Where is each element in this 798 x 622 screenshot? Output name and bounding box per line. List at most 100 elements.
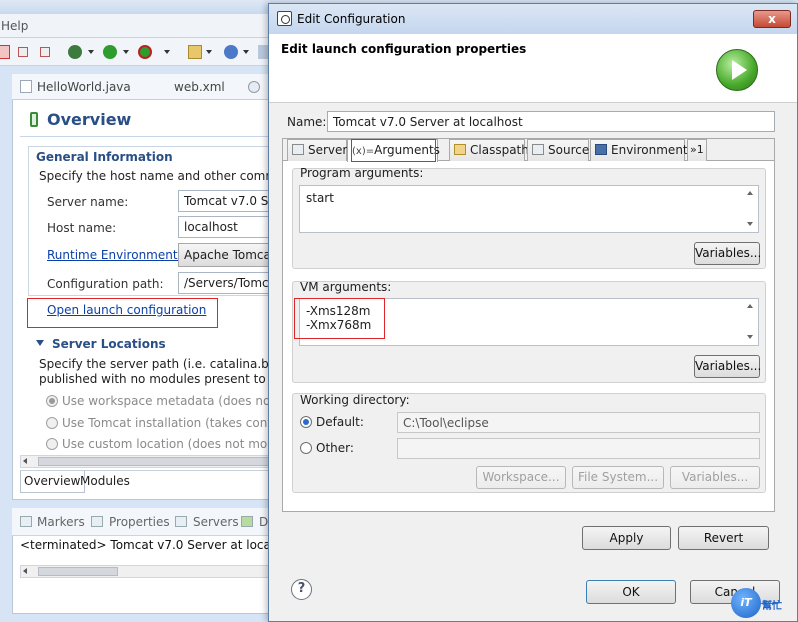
ithelp-logo-text: 幫忙 [762, 601, 782, 612]
server-tab-icon[interactable] [248, 81, 260, 93]
ithelp-logo: iT [731, 588, 761, 618]
tab-classpath-label: Classpath [470, 143, 529, 157]
radio-custom-location-label: Use custom location (does not modify [62, 437, 290, 451]
server-name-field[interactable]: Tomcat v7.0 Ser [178, 190, 270, 212]
eclipse-icon [277, 11, 292, 26]
file-system-button[interactable]: File System... [572, 466, 664, 489]
debug-icon[interactable] [68, 45, 82, 59]
default-directory-field: C:\Tool\eclipse [397, 412, 760, 433]
radio-custom-location[interactable] [46, 438, 58, 450]
chevron-down-icon[interactable] [88, 50, 94, 54]
host-name-label: Host name: [47, 221, 117, 235]
tab-classpath[interactable]: Classpath [449, 139, 529, 161]
new-class-icon[interactable] [224, 45, 238, 59]
revert-button[interactable]: Revert [678, 526, 769, 550]
eclipse-menubar: Help [0, 14, 270, 38]
other-directory-field [397, 438, 760, 459]
program-variables-button[interactable]: Variables... [694, 242, 761, 265]
tab-environment[interactable]: Environment [590, 139, 688, 161]
scroll-down-icon[interactable] [747, 222, 753, 226]
tab-properties[interactable]: Properties [109, 515, 170, 529]
tab-helloworld-java[interactable]: HelloWorld.java [37, 80, 131, 94]
tab-servers[interactable]: Servers [193, 515, 239, 529]
data-source-icon [241, 516, 253, 527]
program-arguments-label: Program arguments: [300, 166, 424, 180]
external-tools-icon[interactable] [138, 45, 152, 59]
tab-modules[interactable]: Modules [77, 471, 133, 493]
program-arguments-scrollbar[interactable] [742, 186, 758, 232]
help-icon[interactable]: ? [291, 579, 312, 600]
chevron-down-icon[interactable] [36, 340, 44, 346]
page-title: Overview [47, 110, 132, 129]
radio-default-label: Default: [316, 415, 364, 429]
tab-markers[interactable]: Markers [37, 515, 85, 529]
new-wizard-icon[interactable] [188, 45, 202, 59]
open-launch-configuration-link[interactable]: Open launch configuration [47, 303, 206, 317]
scrollbar-thumb[interactable] [38, 457, 270, 466]
name-label: Name: [287, 115, 327, 129]
close-button[interactable]: x [753, 10, 791, 28]
menu-help[interactable]: Help [1, 19, 28, 33]
editor-tabs: HelloWorld.java web.xml [12, 74, 270, 100]
program-arguments-input[interactable]: start [299, 185, 759, 233]
scrollbar-thumb[interactable] [38, 567, 118, 576]
ok-button[interactable]: OK [586, 580, 676, 604]
runtime-environment-link[interactable]: Runtime Environment: [47, 248, 182, 262]
working-directory-label: Working directory: [300, 393, 410, 407]
name-field[interactable]: Tomcat v7.0 Server at localhost [327, 111, 775, 132]
save-icon[interactable] [0, 45, 10, 59]
radio-workspace-metadata-label: Use workspace metadata (does not mo [62, 394, 298, 408]
working-variables-button[interactable]: Variables... [670, 466, 760, 489]
chevron-down-icon[interactable] [206, 50, 212, 54]
chevron-down-icon[interactable] [123, 50, 129, 54]
radio-default[interactable] [300, 416, 312, 428]
delete-icon[interactable] [40, 47, 50, 57]
runtime-environment-selector[interactable]: Apache Tomcat [178, 243, 270, 267]
chevron-down-icon[interactable] [243, 50, 249, 54]
radio-workspace-metadata[interactable] [46, 395, 58, 407]
scroll-up-icon[interactable] [747, 304, 753, 308]
radio-other-label: Other: [316, 441, 354, 455]
tab-server-label: Server [308, 143, 348, 157]
radio-other[interactable] [300, 442, 312, 454]
vm-variables-button[interactable]: Variables... [694, 355, 761, 378]
chevron-down-icon[interactable] [164, 50, 170, 54]
radio-tomcat-installation[interactable] [46, 417, 58, 429]
tab-web-xml[interactable]: web.xml [174, 80, 225, 94]
servers-icon [175, 516, 187, 527]
title-separator [20, 136, 270, 137]
vm-arguments-scrollbar[interactable] [742, 299, 758, 345]
eclipse-toolbar [0, 38, 272, 66]
general-information-description: Specify the host name and other common s [39, 169, 303, 183]
tab-server[interactable]: Server [287, 139, 347, 161]
server-locations-title[interactable]: Server Locations [52, 337, 166, 351]
tab-overflow[interactable]: »1 [687, 139, 707, 161]
workspace-button[interactable]: Workspace... [476, 466, 566, 489]
scroll-down-icon[interactable] [747, 335, 753, 339]
tab-overview[interactable]: Overview [20, 471, 85, 493]
run-icon[interactable] [103, 45, 117, 59]
configuration-path-field[interactable]: /Servers/Tomcat [178, 272, 270, 294]
apply-button[interactable]: Apply [582, 526, 671, 550]
configuration-path-label: Configuration path: [47, 277, 164, 291]
close-icon[interactable] [18, 47, 28, 57]
dialog-title: Edit Configuration [297, 12, 406, 26]
scroll-left-icon[interactable] [23, 458, 27, 464]
tab-data-source[interactable]: D [259, 515, 268, 529]
server-locations-description-2: published with no modules present to mak… [39, 372, 303, 386]
markers-icon [20, 516, 32, 527]
tab-source[interactable]: Source [527, 139, 589, 161]
console-output: <terminated> Tomcat v7.0 Server at local… [20, 538, 309, 552]
scroll-up-icon[interactable] [747, 191, 753, 195]
vm-arguments-label: VM arguments: [300, 280, 392, 294]
scroll-left-icon[interactable] [23, 568, 27, 574]
run-icon [716, 49, 758, 91]
server-icon [292, 144, 304, 155]
host-name-field[interactable]: localhost [178, 216, 270, 238]
source-icon [532, 144, 544, 155]
radio-tomcat-installation-label: Use Tomcat installation (takes control o [62, 416, 299, 430]
general-information-title[interactable]: General Information [36, 150, 173, 164]
tab-source-label: Source [548, 143, 590, 157]
classpath-icon [454, 144, 466, 155]
dialog-header-title: Edit launch configuration properties [281, 42, 527, 56]
